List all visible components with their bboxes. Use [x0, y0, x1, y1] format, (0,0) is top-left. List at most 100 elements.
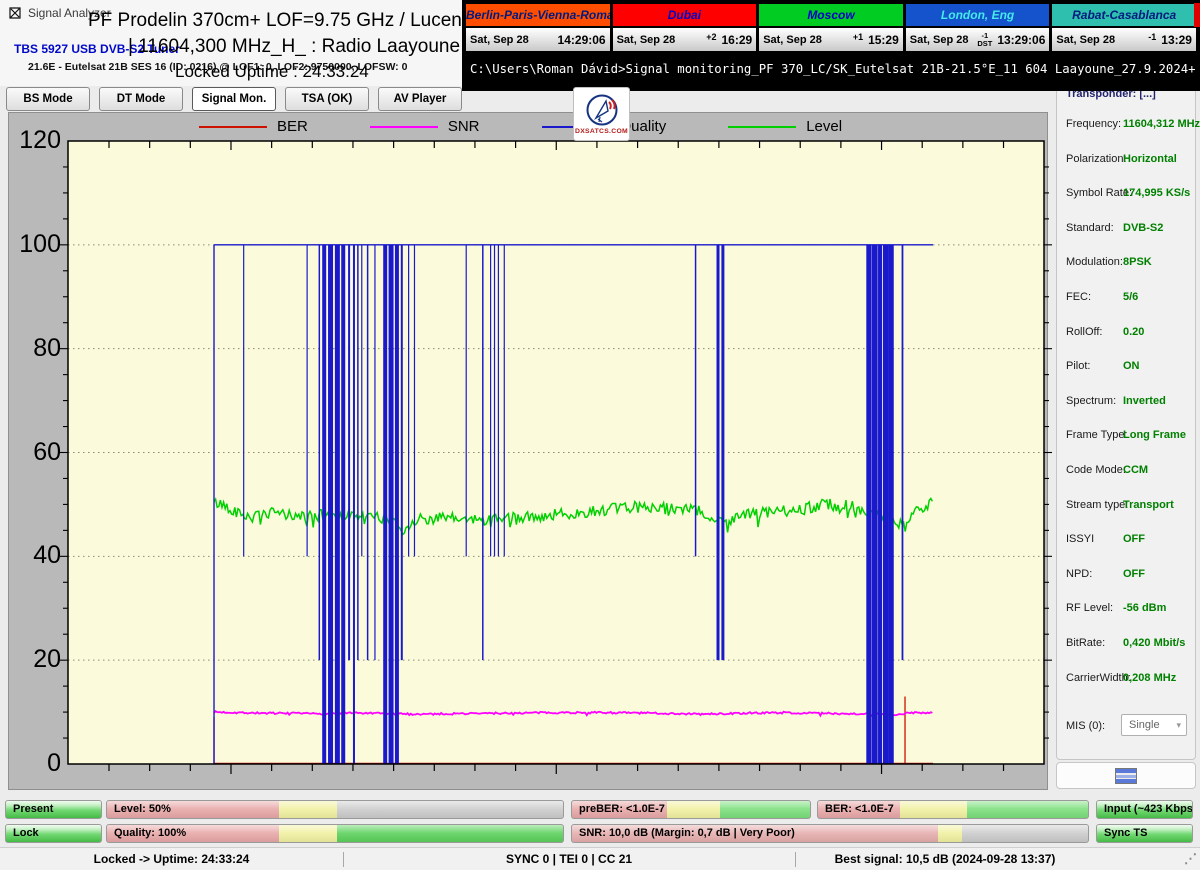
dxsatcs-logo: DXSATCS.COM — [573, 87, 630, 141]
signal-plot — [58, 131, 1054, 774]
clock-city: Rabat-Casablanca — [1052, 4, 1196, 28]
console-overlay: Berlin-Paris-Vienna-RomaSat, Sep 2814:29… — [462, 0, 1200, 91]
clock-offset: -1DST — [977, 32, 992, 47]
indicator-input-423-kbps: Input (~423 Kbps) — [1096, 800, 1193, 819]
param-stream-type: Stream type:Transport — [1057, 499, 1195, 514]
mis-select[interactable]: Single ▾ — [1121, 714, 1187, 736]
clock-berlin-paris-vienna-roma: Berlin-Paris-Vienna-RomaSat, Sep 2814:29… — [466, 4, 613, 51]
clock-dubai: DubaiSat, Sep 28+216:29 — [613, 4, 760, 51]
clock-time: Sat, Sep 28+216:29 — [613, 28, 757, 51]
param-carrierwidth: CarrierWidth:0,208 MHz — [1057, 672, 1195, 687]
param-fec: FEC:5/6 — [1057, 291, 1195, 306]
clock-london-eng: London, EngSat, Sep 28-1DST13:29:06 — [906, 4, 1053, 51]
param-value: 0.20 — [1123, 326, 1144, 338]
param-value: Transport — [1123, 499, 1174, 511]
param-frame-type: Frame Type:Long Frame — [1057, 429, 1195, 444]
indicator-lock: Lock — [5, 824, 102, 843]
tab-dt-mode[interactable]: DT Mode — [99, 87, 183, 111]
param-value: Inverted — [1123, 395, 1166, 407]
clock-city: Dubai — [613, 4, 757, 28]
app-header: Signal Analyzer PF Prodelin 370cm+ LOF=9… — [0, 0, 462, 86]
tab-bs-mode[interactable]: BS Mode — [6, 87, 90, 111]
param-frequency: Frequency:11604,312 MHz — [1057, 118, 1195, 133]
param-standard: Standard:DVB-S2 — [1057, 222, 1195, 237]
clock-offset: +1 — [853, 32, 863, 42]
indicator-ber: BER: <1.0E-7 — [817, 800, 1089, 819]
param-polarization: Polarization:Horizontal — [1057, 153, 1195, 168]
param-value: Horizontal — [1123, 153, 1177, 165]
param-value: CCM — [1123, 464, 1148, 476]
legend-swatch — [728, 126, 796, 128]
window-edge-marker — [1194, 3, 1200, 27]
param-value: 0,420 Mbit/s — [1123, 637, 1185, 649]
param-value: Long Frame — [1123, 429, 1186, 441]
y-axis-label-60: 60 — [11, 440, 61, 465]
locked-uptime: Locked Uptime : 24:33:24 — [175, 62, 369, 82]
logo-text: DXSATCS.COM — [575, 128, 628, 135]
signal-parameters-panel: Transponder: [...] Frequency:11604,312 M… — [1056, 84, 1196, 760]
y-axis-label-120: 120 — [11, 128, 61, 153]
legend-swatch — [370, 126, 438, 128]
param-value: 174,995 KS/s — [1123, 187, 1190, 199]
param-spectrum: Spectrum:Inverted — [1057, 395, 1195, 410]
clock-time: Sat, Sep 28+115:29 — [759, 28, 903, 51]
tab-tsa-ok[interactable]: TSA (OK) — [285, 87, 369, 111]
tab-signal-mon[interactable]: Signal Mon. — [192, 87, 276, 111]
y-axis-label-80: 80 — [11, 336, 61, 361]
clock-moscow: MoscowSat, Sep 28+115:29 — [759, 4, 906, 51]
y-axis-label-0: 0 — [11, 751, 61, 776]
clock-city: London, Eng — [906, 4, 1050, 28]
chevron-down-icon: ▾ — [1176, 715, 1181, 735]
clock-rabat-casablanca: Rabat-CasablancaSat, Sep 28-113:29 — [1052, 4, 1196, 51]
satellite-dish-icon — [585, 93, 619, 127]
clock-offset: -1 — [1148, 32, 1156, 42]
signal-chart-panel: BERSNRQualityLevel 020406080100120 — [8, 112, 1048, 790]
clock-time: Sat, Sep 2814:29:06 — [466, 28, 610, 51]
status-uptime: Locked -> Uptime: 24:33:24 — [0, 848, 343, 870]
clock-time: Sat, Sep 28-113:29 — [1052, 28, 1196, 51]
param-value: OFF — [1123, 568, 1145, 580]
param-value: ON — [1123, 360, 1140, 372]
param-code-mode: Code Mode:CCM — [1057, 464, 1195, 479]
app-icon — [8, 6, 22, 20]
param-value: 8PSK — [1123, 256, 1152, 268]
indicator-preber: preBER: <1.0E-7 — [571, 800, 811, 819]
status-sync-counters: SYNC 0 | TEI 0 | CC 21 — [343, 848, 795, 870]
stream-list-button[interactable] — [1056, 762, 1196, 789]
param-value: DVB-S2 — [1123, 222, 1163, 234]
param-rf-level: RF Level:-56 dBm — [1057, 602, 1195, 617]
clock-city: Moscow — [759, 4, 903, 28]
stream-list-icon — [1115, 768, 1137, 784]
param-bitrate: BitRate:0,420 Mbit/s — [1057, 637, 1195, 652]
mis-label: MIS (0): — [1066, 720, 1105, 732]
legend-swatch — [199, 126, 267, 128]
param-value: 11604,312 MHz — [1123, 118, 1200, 130]
y-axis-label-100: 100 — [11, 232, 61, 257]
param-value: -56 dBm — [1123, 602, 1166, 614]
param-symbol-rate: Symbol Rate:174,995 KS/s — [1057, 187, 1195, 202]
y-axis-label-40: 40 — [11, 543, 61, 568]
param-npd: NPD:OFF — [1057, 568, 1195, 583]
param-pilot: Pilot:ON — [1057, 360, 1195, 375]
param-rolloff: RollOff:0.20 — [1057, 326, 1195, 341]
indicator-level: Level: 50% — [106, 800, 564, 819]
world-clocks: Berlin-Paris-Vienna-RomaSat, Sep 2814:29… — [464, 2, 1198, 53]
resize-grip[interactable]: ⋰ — [1184, 852, 1198, 868]
mode-tabs: BS Mode DT Mode Signal Mon. TSA (OK) AV Play… — [6, 87, 462, 111]
indicator-snr: SNR: 10,0 dB (Margin: 0,7 dB | Very Poor… — [571, 824, 1089, 843]
param-issyi: ISSYIOFF — [1057, 533, 1195, 548]
indicator-present: Present — [5, 800, 102, 819]
status-best-signal: Best signal: 10,5 dB (2024-09-28 13:37) — [795, 848, 1095, 870]
tab-av-player[interactable]: AV Player — [378, 87, 462, 111]
indicator-quality: Quality: 100% — [106, 824, 564, 843]
param-modulation: Modulation:8PSK — [1057, 256, 1195, 271]
clock-city: Berlin-Paris-Vienna-Roma — [466, 4, 610, 28]
status-bar: Locked -> Uptime: 24:33:24 SYNC 0 | TEI … — [0, 847, 1200, 870]
clock-time: Sat, Sep 28-1DST13:29:06 — [906, 28, 1050, 51]
y-axis-label-20: 20 — [11, 647, 61, 672]
param-value: 5/6 — [1123, 291, 1138, 303]
console-command-line: C:\Users\Roman Dávid>Signal monitoring_P… — [470, 62, 1196, 76]
param-value: 0,208 MHz — [1123, 672, 1176, 684]
clock-offset: +2 — [706, 32, 716, 42]
frequency-title: | 11604,300 MHz_H_ : Radio Laayoune — [128, 36, 460, 58]
